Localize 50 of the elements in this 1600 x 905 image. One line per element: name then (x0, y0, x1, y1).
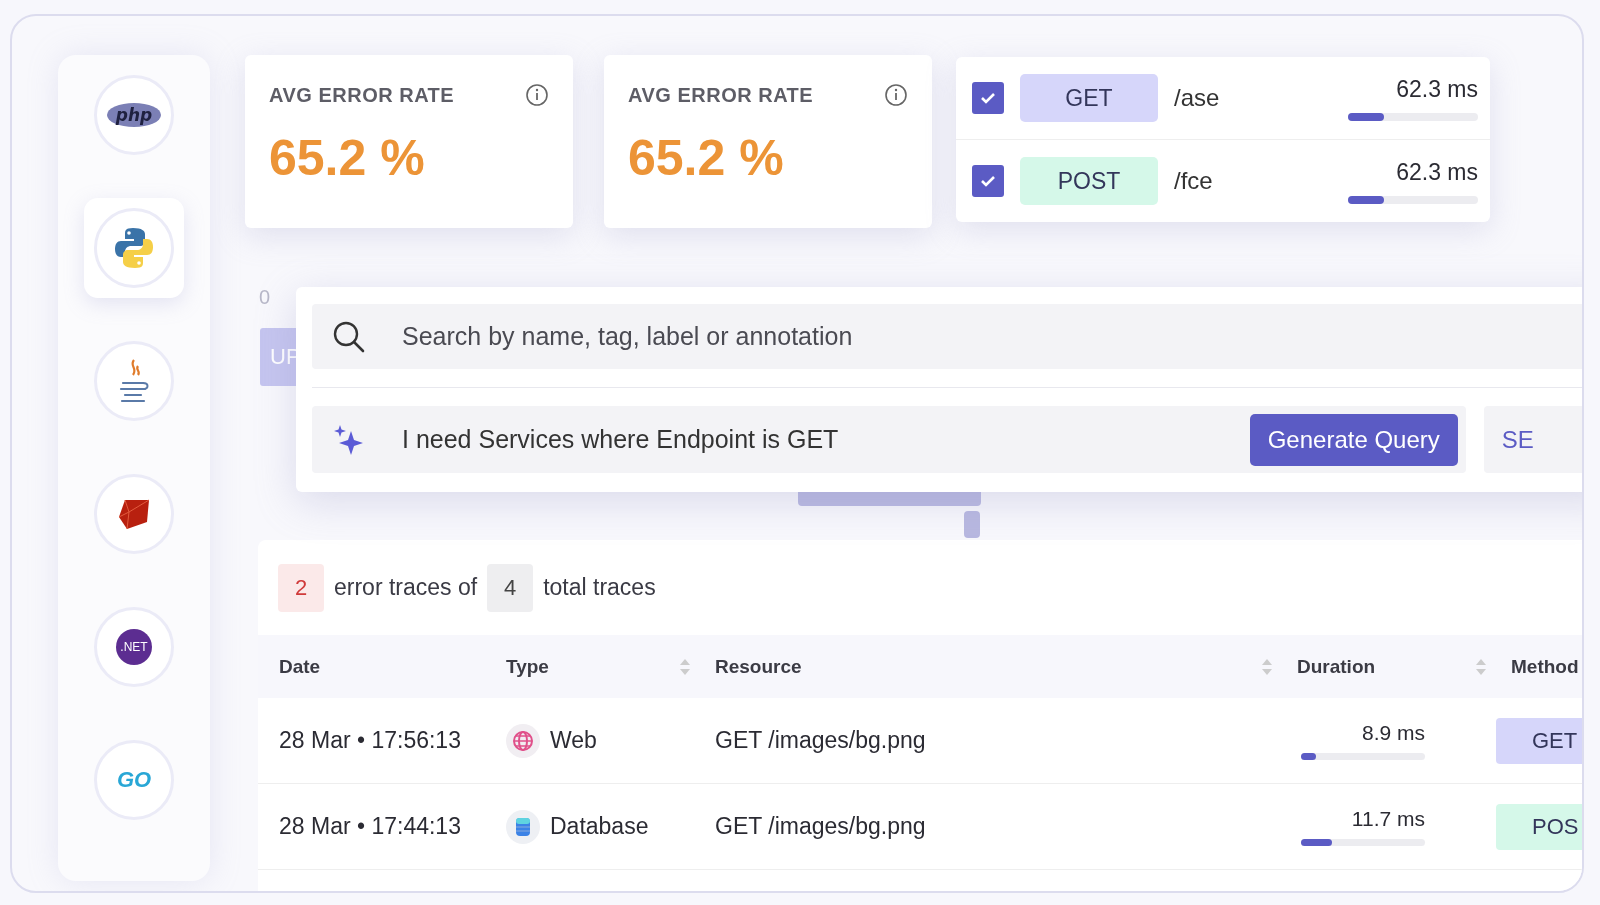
error-count-badge: 2 (278, 563, 324, 612)
column-header[interactable]: Type (506, 655, 549, 678)
duration-reading: 11.7 ms (1350, 807, 1425, 831)
latency-reading: 62.3 ms (1396, 75, 1478, 103)
checkbox[interactable] (972, 82, 1004, 114)
stat-value: 65.2 % (628, 129, 785, 187)
info-icon[interactable] (525, 83, 549, 107)
latency-reading: 62.3 ms (1396, 158, 1478, 186)
go-logo: GO (116, 767, 152, 793)
method-badge: GET (1020, 74, 1158, 122)
axis-label: 0 (259, 286, 271, 309)
column-header[interactable]: Resource (715, 655, 802, 678)
table-cell: GET /images/bg.png (715, 727, 926, 754)
dotnet-logo: .NET (116, 629, 152, 665)
globe-icon (506, 723, 540, 758)
python-logo-icon (114, 226, 154, 270)
coffee-cup-icon (117, 358, 151, 404)
table-cell: Database (550, 813, 649, 840)
total-count-badge: 4 (487, 563, 534, 612)
stat-title: AVG ERROR RATE (628, 83, 814, 107)
method-badge: GET (1496, 717, 1582, 764)
generate-query-button[interactable]: Generate Query (1249, 413, 1458, 466)
table-cell: 28 Mar • 17:44:13 (279, 813, 461, 840)
search-field[interactable]: Search by name, tag, label or annotation (400, 321, 1582, 352)
selected-language-tile[interactable] (84, 198, 184, 298)
summary-text: total traces (543, 574, 656, 601)
info-icon[interactable] (884, 83, 908, 107)
endpoint-path: /ase (1174, 84, 1220, 112)
duration-reading: 8.9 ms (1360, 721, 1425, 745)
ai-query-bar[interactable]: I need Services where Endpoint is GET Generate Query (312, 406, 1466, 473)
stat-value: 65.2 % (269, 129, 426, 187)
database-icon (506, 809, 540, 844)
column-header[interactable]: Duration (1297, 655, 1376, 678)
endpoint-path: /fce (1174, 167, 1213, 195)
column-header[interactable]: Date (279, 655, 321, 678)
search-bar[interactable]: Search by name, tag, label or annotation (312, 304, 1582, 369)
ai-query-field[interactable]: I need Services where Endpoint is GET (400, 424, 1216, 455)
method-badge: POST (1020, 157, 1158, 205)
summary-text: error traces of (334, 574, 478, 601)
php-logo: php (106, 103, 162, 127)
table-cell: Web (550, 727, 597, 754)
checkbox[interactable] (972, 165, 1004, 197)
table-cell: 28 Mar • 17:56:13 (279, 727, 461, 754)
side-button[interactable]: SE (1483, 406, 1582, 473)
search-icon (332, 319, 366, 354)
column-header[interactable]: Method (1511, 655, 1579, 678)
method-badge: POS (1496, 803, 1582, 850)
table-cell: GET /images/bg.png (715, 813, 926, 840)
gem-icon (117, 498, 151, 530)
stat-title: AVG ERROR RATE (269, 83, 455, 107)
